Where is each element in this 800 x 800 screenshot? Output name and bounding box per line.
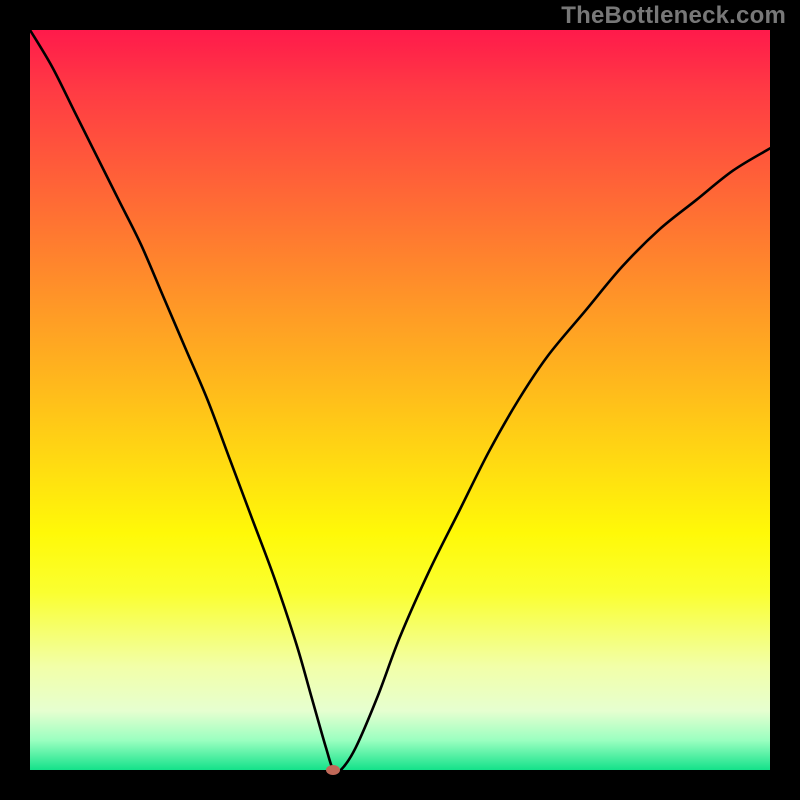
watermark-text: TheBottleneck.com bbox=[561, 2, 786, 30]
plot-area bbox=[30, 30, 770, 770]
bottleneck-curve bbox=[30, 30, 770, 770]
notch-marker bbox=[326, 765, 340, 775]
chart-svg bbox=[30, 30, 770, 770]
chart-frame: TheBottleneck.com bbox=[0, 0, 800, 800]
